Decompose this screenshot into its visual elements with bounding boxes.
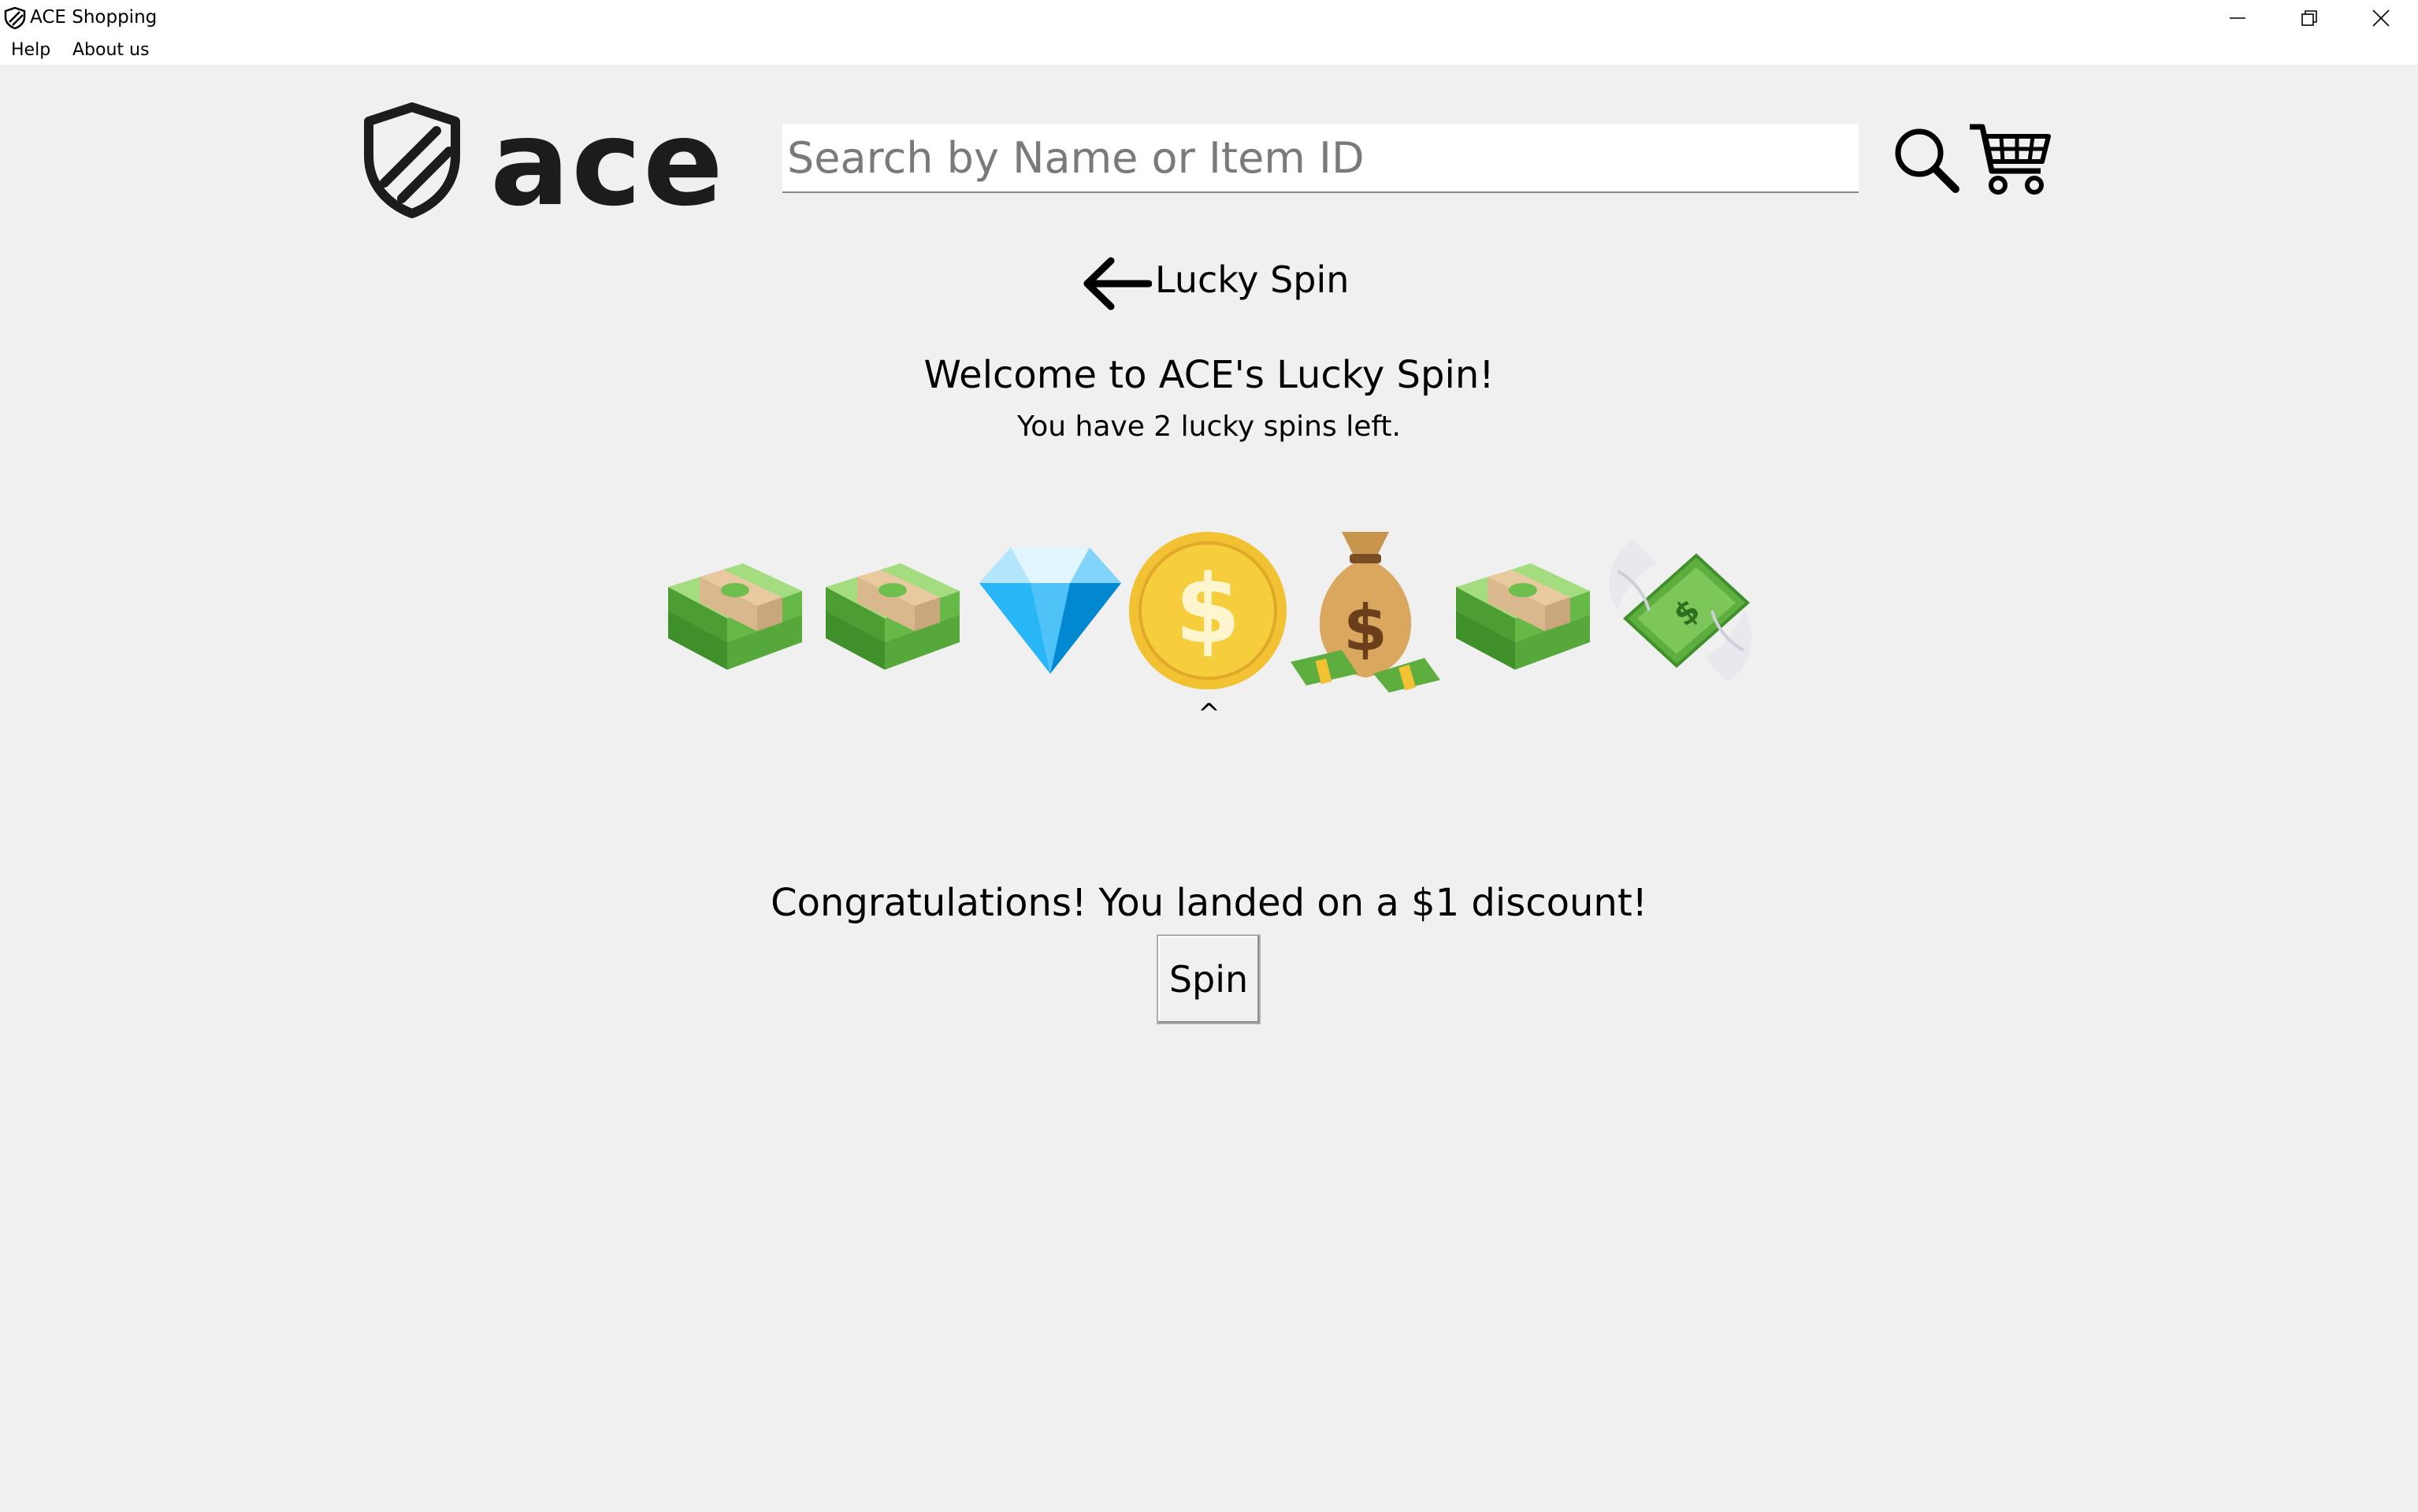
- search-button[interactable]: [1891, 124, 1962, 195]
- close-button[interactable]: [2345, 0, 2417, 36]
- spin-result-text: Congratulations! You landed on a $1 disc…: [771, 881, 1647, 925]
- back-arrow-icon: [1083, 257, 1153, 310]
- reel-slot-diamond: [971, 524, 1129, 697]
- minimize-button[interactable]: [2201, 0, 2274, 36]
- window-title: ACE Shopping: [30, 7, 158, 28]
- money-stack-icon: [668, 563, 802, 670]
- page-title: Lucky Spin: [1155, 258, 1350, 301]
- search-input[interactable]: [782, 124, 1859, 193]
- title-bar: ACE Shopping: [0, 0, 2418, 36]
- spin-reel: $ $ $: [656, 524, 1759, 697]
- gold-coin-icon: $: [1129, 532, 1287, 689]
- svg-text:$: $: [1343, 592, 1387, 665]
- close-icon: [2372, 9, 2390, 27]
- logo-wordmark: ace: [490, 95, 725, 232]
- shield-logo-icon: [364, 102, 460, 218]
- menu-help[interactable]: Help: [11, 40, 50, 60]
- reel-pointer: ^: [1198, 698, 1220, 730]
- menu-about-us[interactable]: About us: [72, 40, 149, 60]
- back-button[interactable]: [1081, 256, 1153, 311]
- reel-slot-money-stack: [656, 524, 814, 697]
- reel-slot-money-bag: $: [1287, 524, 1444, 697]
- minimize-icon: [2230, 17, 2245, 19]
- money-stack-icon: [1456, 563, 1590, 670]
- money-with-wings-icon: $: [1609, 540, 1752, 682]
- money-stack-icon: [826, 563, 960, 670]
- search-icon: [1895, 128, 1959, 193]
- shopping-cart-icon: [1970, 124, 2051, 195]
- restore-button[interactable]: [2273, 0, 2346, 36]
- app-shield-icon: [4, 6, 26, 30]
- reel-slot-gold-coin: $: [1129, 524, 1287, 697]
- welcome-heading: Welcome to ACE's Lucky Spin!: [923, 353, 1495, 397]
- spin-button[interactable]: Spin: [1157, 934, 1261, 1024]
- reel-slot-money-stack: [814, 524, 971, 697]
- menu-bar: Help About us: [0, 36, 2418, 65]
- reel-slot-money-stack: [1444, 524, 1602, 697]
- diamond-icon: [979, 548, 1121, 674]
- cart-button[interactable]: [1967, 119, 2053, 198]
- reel-slot-money-with-wings: $: [1602, 524, 1759, 697]
- ace-logo[interactable]: ace: [361, 101, 747, 223]
- money-bag-icon: $: [1291, 532, 1440, 693]
- restore-icon: [2301, 10, 2317, 26]
- spins-left-text: You have 2 lucky spins left.: [1017, 411, 1401, 443]
- svg-text:$: $: [1175, 555, 1241, 665]
